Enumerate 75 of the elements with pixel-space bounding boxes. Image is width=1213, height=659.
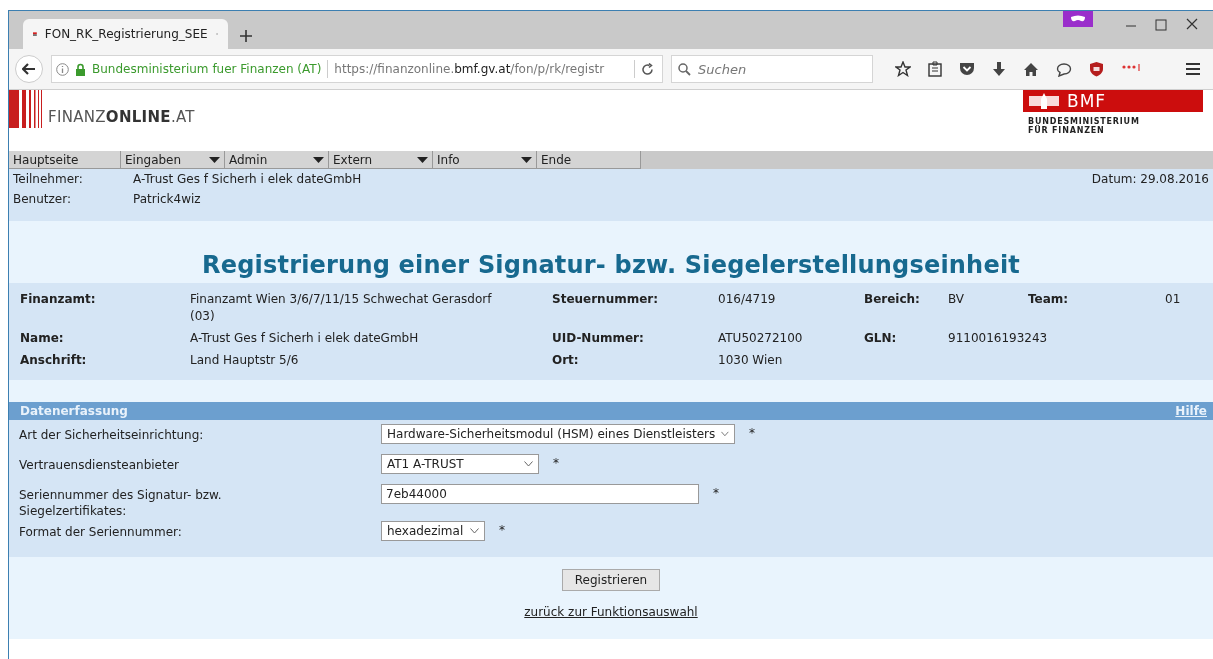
plus-icon[interactable] bbox=[240, 30, 252, 42]
form-label: Format der Seriennummer: bbox=[19, 524, 183, 540]
back-arrow-icon bbox=[22, 63, 36, 75]
finanzonline-logo: FINANZONLINE.AT bbox=[48, 108, 195, 126]
url-text: https://finanzonline.bmf.gv.at/fon/p/rk/registr bbox=[334, 62, 606, 76]
menu-item[interactable]: Ende bbox=[537, 151, 641, 169]
field-value: BV bbox=[948, 291, 966, 308]
select-field[interactable]: hexadezimal bbox=[381, 521, 485, 541]
menu-item[interactable]: Info bbox=[433, 151, 537, 169]
participant-name: A-Trust Ges f Sicherh i elek dateGmbH bbox=[133, 171, 363, 187]
info-icon bbox=[56, 62, 69, 76]
select-field[interactable]: AT1 A-TRUST bbox=[381, 454, 539, 474]
user-name: Patrick4wiz bbox=[133, 191, 202, 207]
field-value: 1030 Wien bbox=[718, 352, 784, 369]
mask-icon bbox=[1063, 11, 1093, 27]
participant-label: Teilnehmer: bbox=[13, 171, 84, 187]
bmf-title: BMF bbox=[1067, 91, 1107, 111]
home-icon[interactable] bbox=[1023, 61, 1039, 77]
chevron-down-icon bbox=[524, 461, 533, 467]
field-value: Finanzamt Wien 3/6/7/11/15 Schwechat Gerasdorf (03) bbox=[190, 291, 493, 325]
field-value: Land Hauptstr 5/6 bbox=[190, 352, 300, 369]
page-title: Registrierung einer Signatur- bzw. Siegelerstellungseinheit bbox=[202, 251, 1020, 279]
required-mark: * bbox=[749, 425, 755, 440]
menu-item[interactable]: Eingaben bbox=[121, 151, 225, 169]
input-field[interactable]: 7eb44000 bbox=[381, 484, 699, 504]
field-label: Steuernummer: bbox=[552, 291, 660, 308]
user-label: Benutzer: bbox=[13, 191, 72, 207]
menu-item[interactable]: Hauptseite bbox=[9, 151, 121, 169]
field-label: GLN: bbox=[864, 330, 898, 347]
address-bar[interactable]: Bundesministerium fuer Finanzen (AT) https://finanzonline.bmf.gv.at/fon/p/rk/registr bbox=[51, 55, 663, 83]
field-label: Finanzamt: bbox=[20, 291, 97, 308]
shield-icon[interactable] bbox=[1089, 61, 1104, 77]
menu-item[interactable]: Admin bbox=[225, 151, 329, 169]
star-icon[interactable] bbox=[895, 61, 911, 77]
menu-item[interactable]: Extern bbox=[329, 151, 433, 169]
lock-icon bbox=[75, 62, 86, 76]
stripes-logo bbox=[9, 90, 42, 128]
required-mark: * bbox=[713, 485, 719, 500]
download-icon[interactable] bbox=[992, 61, 1006, 77]
required-mark: * bbox=[499, 522, 505, 537]
field-label: Team: bbox=[1028, 291, 1070, 308]
clipboard-icon[interactable] bbox=[928, 61, 942, 77]
field-value: A-Trust Ges f Sicherh i elek dateGmbH bbox=[190, 330, 420, 347]
dots-icon[interactable] bbox=[1121, 64, 1141, 74]
form-label: Vertrauensdiensteanbieter bbox=[19, 457, 181, 473]
required-mark: * bbox=[553, 455, 559, 470]
pocket-icon[interactable] bbox=[959, 62, 975, 76]
chevron-down-icon bbox=[470, 528, 479, 534]
chevron-down-icon bbox=[721, 431, 729, 437]
field-label: Anschrift: bbox=[20, 352, 88, 369]
date-text: Datum: 29.08.2016 bbox=[1091, 171, 1209, 187]
select-field[interactable]: Hardware-Sicherheitsmodul (HSM) eines Dienstleisters bbox=[381, 424, 735, 444]
bmf-subtitle: BUNDESMINISTERIUM FÜR FINANZEN bbox=[1028, 117, 1141, 135]
search-field[interactable]: Suchen bbox=[671, 55, 873, 83]
menu-icon[interactable] bbox=[1185, 62, 1201, 76]
field-value: 016/4719 bbox=[718, 291, 777, 308]
field-label: Name: bbox=[20, 330, 65, 347]
back-link[interactable]: zurück zur Funktionsauswahl bbox=[524, 605, 698, 619]
field-label: Ort: bbox=[552, 352, 580, 369]
field-value: 9110016193243 bbox=[948, 330, 1049, 347]
chat-icon[interactable] bbox=[1056, 61, 1072, 77]
field-label: Bereich: bbox=[864, 291, 921, 308]
reload-icon[interactable] bbox=[641, 62, 654, 76]
section-title: Datenerfassung bbox=[20, 404, 128, 418]
field-label: UID-Nummer: bbox=[552, 330, 645, 347]
form-label: Art der Sicherheitseinrichtung: bbox=[19, 427, 205, 443]
search-icon bbox=[678, 63, 691, 76]
back-button[interactable] bbox=[15, 55, 43, 83]
field-value: 01 bbox=[1165, 291, 1182, 308]
form-label: Seriennummer des Signatur- bzw. Siegelzertifikates: bbox=[19, 487, 223, 519]
site-identity: Bundesministerium fuer Finanzen (AT) bbox=[92, 62, 322, 76]
field-value: ATU50272100 bbox=[718, 330, 804, 347]
eagle-icon bbox=[1029, 93, 1059, 109]
register-button[interactable]: Registrieren bbox=[561, 569, 661, 591]
browser-tab[interactable]: FON_RK_Registrierung_SEE bbox=[23, 19, 228, 49]
